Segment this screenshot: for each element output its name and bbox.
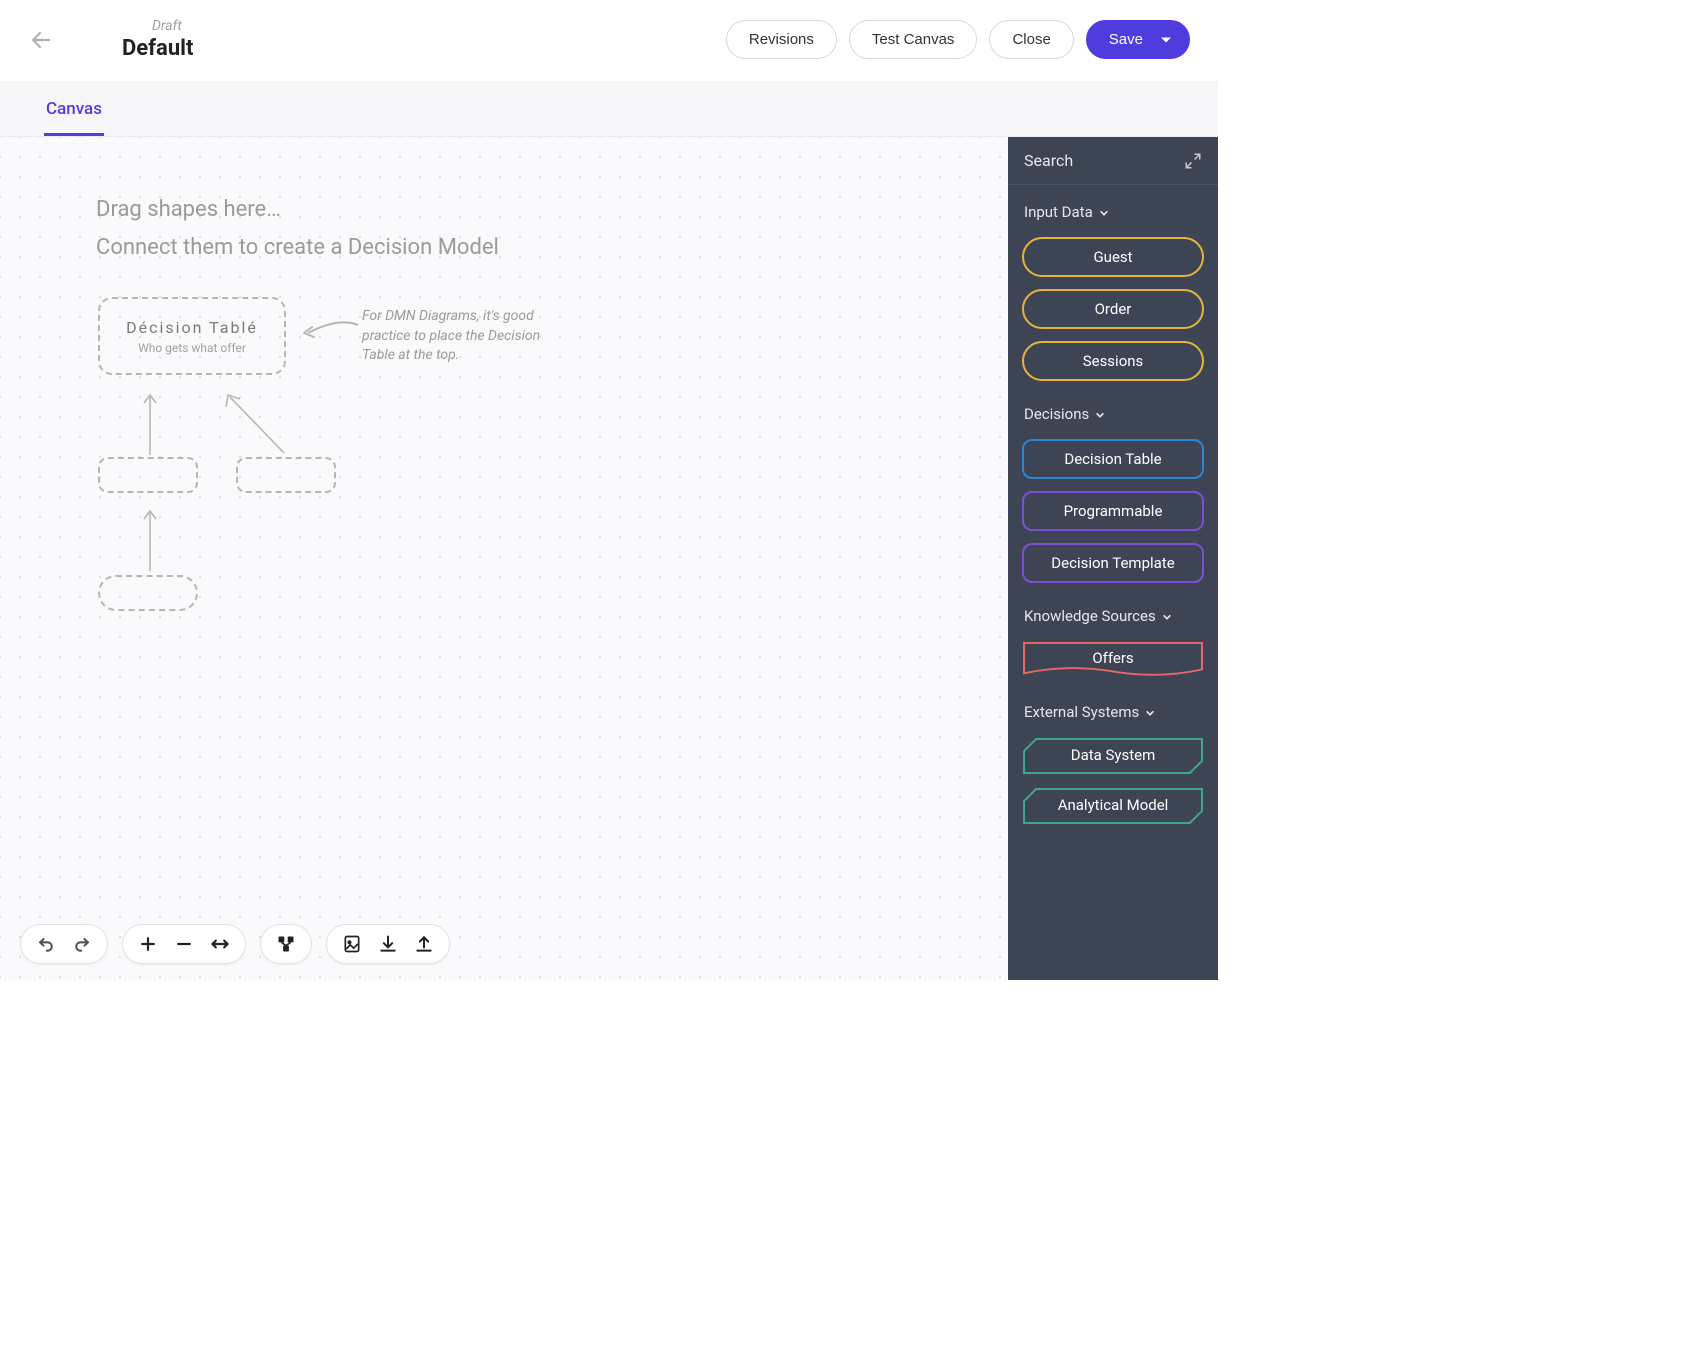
placeholder-box-2[interactable] [236, 457, 336, 493]
canvas-hint-1: Drag shapes here… [96, 197, 281, 222]
shape-input-sessions[interactable]: Sessions [1022, 341, 1204, 381]
sidebar-search[interactable]: Search [1008, 137, 1218, 185]
back-arrow-icon[interactable] [28, 27, 54, 53]
shapes-sidebar: Search Input Data Guest Order Sessions D… [1008, 137, 1218, 980]
status-badge: Draft [152, 18, 193, 34]
canvas-hint-2: Connect them to create a Decision Model [96, 235, 499, 260]
placeholder-box-3[interactable] [98, 575, 198, 611]
title-block: Draft Default [92, 18, 193, 61]
revisions-button[interactable]: Revisions [726, 20, 837, 59]
shape-decision-table[interactable]: Decision Table [1022, 439, 1204, 479]
chevron-down-icon [1095, 409, 1105, 419]
zoom-group [122, 924, 246, 964]
shape-external-analytical-model[interactable]: Analytical Model [1022, 787, 1204, 825]
shape-knowledge-offers-label: Offers [1022, 649, 1204, 667]
shape-external-analytical-model-label: Analytical Model [1022, 796, 1204, 814]
shape-decision-template[interactable]: Decision Template [1022, 543, 1204, 583]
download-icon[interactable] [377, 933, 399, 955]
decision-table-placeholder-title: Décision Tablé [126, 318, 258, 337]
fit-width-icon[interactable] [209, 933, 231, 955]
shape-external-data-system-label: Data System [1022, 746, 1204, 764]
placeholder-box-1[interactable] [98, 457, 198, 493]
connector-arrow-1-icon [140, 387, 160, 455]
section-external-systems-label: External Systems [1024, 703, 1139, 721]
tabs-row: Canvas [0, 81, 1218, 137]
save-button[interactable]: Save [1086, 20, 1190, 59]
upload-icon[interactable] [413, 933, 435, 955]
close-button[interactable]: Close [989, 20, 1073, 59]
undo-icon[interactable] [35, 933, 57, 955]
connector-arrow-2-icon [218, 387, 298, 457]
test-canvas-button[interactable]: Test Canvas [849, 20, 978, 59]
section-external-systems[interactable]: External Systems [1008, 685, 1218, 731]
section-knowledge-sources-label: Knowledge Sources [1024, 607, 1156, 625]
chevron-down-icon [1145, 707, 1155, 717]
layout-group [260, 924, 312, 964]
chevron-down-icon [1099, 207, 1109, 217]
shape-input-order[interactable]: Order [1022, 289, 1204, 329]
decision-table-placeholder-subtitle: Who gets what offer [138, 341, 246, 355]
zoom-in-icon[interactable] [137, 933, 159, 955]
redo-icon[interactable] [71, 933, 93, 955]
page-title: Default [122, 36, 193, 61]
chevron-down-icon [1162, 611, 1172, 621]
file-group [326, 924, 450, 964]
canvas-toolbar [20, 924, 450, 964]
collapse-sidebar-icon[interactable] [1184, 152, 1202, 170]
sidebar-search-label: Search [1024, 151, 1073, 170]
app-header: Draft Default Revisions Test Canvas Clos… [0, 0, 1218, 81]
section-knowledge-sources[interactable]: Knowledge Sources [1008, 589, 1218, 635]
connector-arrow-3-icon [140, 503, 160, 571]
section-decisions-label: Decisions [1024, 405, 1089, 423]
section-input-data-label: Input Data [1024, 203, 1093, 221]
shape-knowledge-offers[interactable]: Offers [1022, 641, 1204, 679]
annotation-arrow-icon [298, 313, 368, 353]
section-decisions[interactable]: Decisions [1008, 387, 1218, 433]
annotation-text: For DMN Diagrams, it's good practice to … [362, 307, 562, 366]
canvas-content: Drag shapes here… Connect them to create… [0, 137, 1008, 980]
save-button-label: Save [1109, 31, 1143, 48]
zoom-out-icon[interactable] [173, 933, 195, 955]
section-input-data[interactable]: Input Data [1008, 185, 1218, 231]
shape-input-guest[interactable]: Guest [1022, 237, 1204, 277]
shape-decision-programmable[interactable]: Programmable [1022, 491, 1204, 531]
decision-table-placeholder[interactable]: Décision Tablé Who gets what offer [98, 297, 286, 375]
undo-redo-group [20, 924, 108, 964]
auto-layout-icon[interactable] [275, 933, 297, 955]
main-area: Drag shapes here… Connect them to create… [0, 137, 1218, 980]
canvas[interactable]: Drag shapes here… Connect them to create… [0, 137, 1008, 980]
shape-external-data-system[interactable]: Data System [1022, 737, 1204, 775]
image-export-icon[interactable] [341, 933, 363, 955]
tab-canvas[interactable]: Canvas [44, 81, 104, 136]
caret-down-icon [1161, 37, 1171, 42]
